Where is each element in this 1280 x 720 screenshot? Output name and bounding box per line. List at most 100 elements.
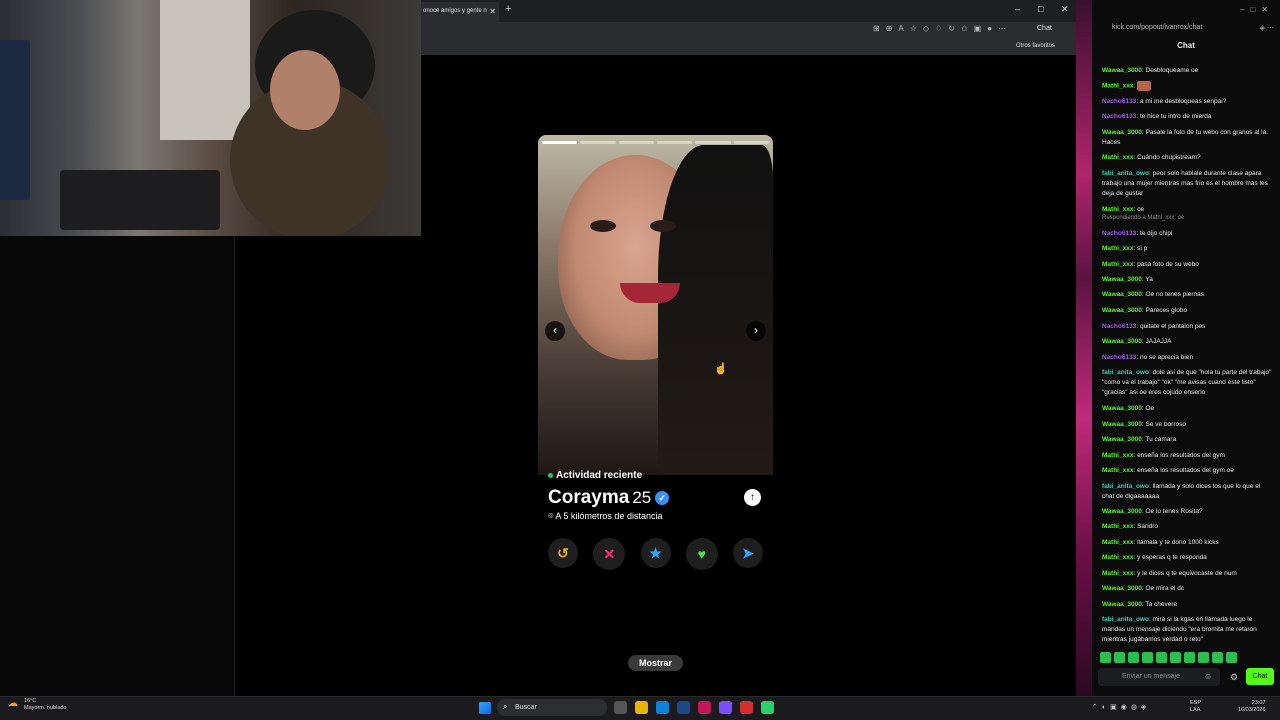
chat-username[interactable]: Wawaa_3000: [1102, 585, 1142, 592]
favorite-star-icon[interactable]: ☆: [910, 24, 917, 33]
refresh-icon[interactable]: ↻: [948, 24, 955, 33]
chat-toolbar-icons[interactable]: ◈ ⋯: [1260, 24, 1274, 32]
emote-icon[interactable]: [1212, 652, 1223, 663]
chat-username[interactable]: Nacho6133: [1102, 230, 1136, 237]
windows-start-icon[interactable]: [479, 702, 491, 714]
boost-button[interactable]: ➤: [733, 538, 763, 568]
chat-username[interactable]: Wawaa_3000: [1102, 436, 1142, 443]
chat-message-input[interactable]: Enviar un mensaje: [1098, 668, 1220, 686]
open-profile-icon[interactable]: ↑: [744, 489, 761, 506]
whatsapp-icon[interactable]: [761, 701, 774, 714]
app-icon[interactable]: [698, 701, 711, 714]
copilot-chat-button[interactable]: Chat: [1037, 25, 1052, 32]
zoom-icon[interactable]: ⊕: [886, 24, 893, 33]
profile-icon[interactable]: ●: [987, 24, 992, 33]
chat-username[interactable]: Mathi_xxx: [1102, 154, 1133, 161]
minimize-icon[interactable]: –: [1015, 4, 1020, 14]
edge-icon[interactable]: [656, 701, 669, 714]
emote-icon[interactable]: [1170, 652, 1181, 663]
chat-username[interactable]: fabi_anita_owo: [1102, 483, 1149, 490]
rewind-button[interactable]: ↺: [548, 538, 578, 568]
chat-username[interactable]: Mathi_xxx: [1102, 261, 1133, 268]
read-aloud-icon[interactable]: A: [898, 24, 903, 33]
chat-username[interactable]: Wawaa_3000: [1102, 291, 1142, 298]
chat-username[interactable]: Wawaa_3000: [1102, 508, 1142, 515]
emote-icon[interactable]: [1100, 652, 1111, 663]
taskbar-search[interactable]: ⌕ Buscar: [497, 699, 607, 716]
chat-username[interactable]: Mathi_xxx: [1102, 467, 1133, 474]
like-button[interactable]: ♥: [685, 538, 718, 570]
chat-text: no se aprecia bien: [1139, 354, 1194, 361]
weather-widget[interactable]: ☁ 16°C Mayorm. nublado: [8, 698, 67, 712]
emote-icon[interactable]: [1128, 652, 1139, 663]
nope-button[interactable]: ✕: [593, 538, 626, 570]
chat-username[interactable]: Nacho6133: [1102, 113, 1136, 120]
tab-close-icon[interactable]: ✕: [489, 7, 496, 16]
emote-icon[interactable]: [1142, 652, 1153, 663]
next-photo-icon[interactable]: ›: [746, 321, 766, 341]
chat-text: Ya: [1145, 276, 1153, 283]
profile-card[interactable]: ‹ › Actividad reciente Corayma 25 ✓ ⌾ A 5 …: [538, 135, 773, 575]
chat-username[interactable]: Mathi_xxx: [1102, 245, 1133, 252]
chat-username[interactable]: Wawaa_3000: [1102, 129, 1142, 136]
chat-username[interactable]: Nacho6133: [1102, 323, 1136, 330]
chat-username[interactable]: Wawaa_3000: [1102, 338, 1142, 345]
emote-icon[interactable]: [1184, 652, 1195, 663]
chat-text: pasa foto de su webo: [1137, 261, 1199, 268]
chat-username[interactable]: Wawaa_3000: [1102, 405, 1142, 412]
chat-username[interactable]: Nacho6133: [1102, 98, 1136, 105]
new-tab-button[interactable]: +: [505, 3, 511, 15]
emoji-icon[interactable]: ☺: [1204, 672, 1212, 681]
emote-icon[interactable]: [1156, 652, 1167, 663]
more-icon[interactable]: ⋯: [998, 24, 1006, 33]
chat-username[interactable]: Wawaa_3000: [1102, 601, 1142, 608]
photo-progress: [542, 141, 769, 144]
steam-icon[interactable]: [677, 701, 690, 714]
prev-photo-icon[interactable]: ‹: [545, 321, 565, 341]
chat-text: quitate el pantalon pes: [1139, 323, 1206, 330]
mostrar-button[interactable]: Mostrar: [628, 655, 683, 671]
active-tab[interactable]: onoce amigos y gente n ✕: [421, 2, 499, 22]
chat-username[interactable]: Mathi_xxx: [1102, 570, 1133, 577]
close-window-icon[interactable]: ✕: [1061, 4, 1069, 15]
chat-username[interactable]: Mathi_xxx: [1102, 83, 1133, 90]
shield-icon[interactable]: ◇: [923, 24, 929, 33]
chat-username[interactable]: fabi_anita_owo: [1102, 170, 1149, 177]
system-tray-icons[interactable]: ⌃◐▣◉◍◈: [1092, 703, 1150, 711]
task-view-icon[interactable]: [614, 701, 627, 714]
send-chat-button[interactable]: Chat: [1246, 668, 1274, 685]
chat-settings-icon[interactable]: ⚙: [1230, 672, 1238, 683]
chat-username[interactable]: Mathi_xxx: [1102, 206, 1133, 213]
chat-username[interactable]: Wawaa_3000: [1102, 276, 1142, 283]
chat-window-controls[interactable]: –□✕: [1240, 5, 1274, 14]
other-favorites-folder[interactable]: Otros favoritos: [1016, 43, 1055, 49]
chat-username[interactable]: Wawaa_3000: [1102, 307, 1142, 314]
file-explorer-icon[interactable]: [635, 701, 648, 714]
bell-icon[interactable]: ♢: [935, 24, 942, 33]
language-indicator[interactable]: ESP LAA: [1190, 700, 1201, 714]
discord-icon[interactable]: [719, 701, 732, 714]
emote-icon[interactable]: [1114, 652, 1125, 663]
taskbar-clock[interactable]: 23:07 16/03/2026: [1238, 700, 1266, 714]
chat-username[interactable]: Mathi_xxx: [1102, 523, 1133, 530]
app-icon[interactable]: [740, 701, 753, 714]
collections-icon[interactable]: ▣: [974, 24, 982, 33]
chat-username[interactable]: Nacho6133: [1102, 354, 1136, 361]
chat-username[interactable]: Wawaa_3000: [1102, 421, 1142, 428]
favorites-icon[interactable]: ✩: [961, 24, 968, 33]
emote-icon[interactable]: [1198, 652, 1209, 663]
chat-username[interactable]: fabi_anita_owo: [1102, 616, 1149, 623]
chat-username[interactable]: Mathi_xxx: [1102, 452, 1133, 459]
maximize-icon[interactable]: □: [1038, 4, 1043, 14]
emote-icon[interactable]: [1226, 652, 1237, 663]
profile-photo[interactable]: [538, 135, 773, 485]
search-icon: ⌕: [503, 702, 508, 711]
chat-username[interactable]: Mathi_xxx: [1102, 539, 1133, 546]
chat-text: te hice tu intro de mierda: [1139, 113, 1212, 120]
extension-icon[interactable]: ⊞: [873, 24, 880, 33]
chat-username[interactable]: Mathi_xxx: [1102, 554, 1133, 561]
super-like-button[interactable]: ★: [640, 538, 671, 568]
chat-username[interactable]: fabi_anita_owo: [1102, 369, 1149, 376]
chat-url[interactable]: kick.com/popout/ivanrox/chat: [1112, 24, 1202, 31]
chat-username[interactable]: Wawaa_3000: [1102, 67, 1142, 74]
